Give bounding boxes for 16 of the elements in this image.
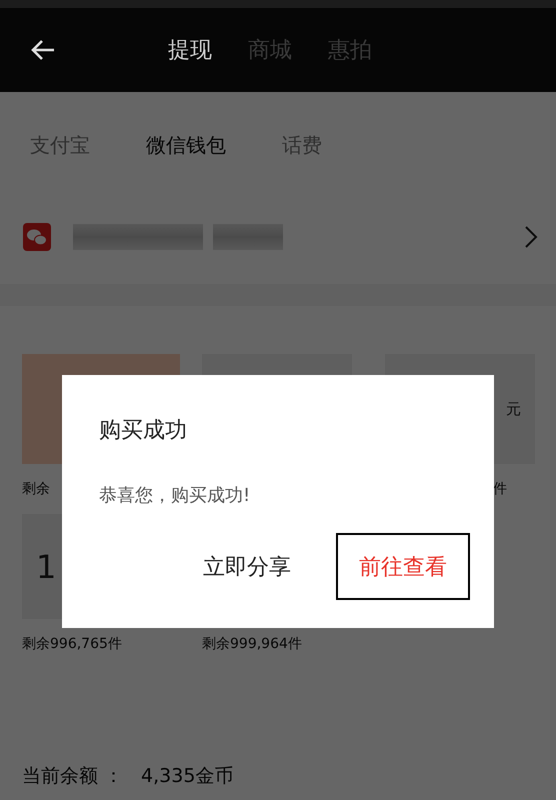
stock-text: 剩余 [22, 480, 50, 498]
back-arrow-icon[interactable] [30, 39, 56, 61]
chat-bubbles-icon [23, 223, 51, 251]
header-tab[interactable]: 提现 [168, 35, 212, 65]
balance-label: 当前余额 ： [22, 764, 124, 789]
stock-text: 剩余999,964件 [202, 635, 302, 653]
balance-value: 4,335金币 [141, 764, 234, 789]
price-text: 元 [506, 400, 521, 418]
stock-text: 件 [493, 480, 507, 498]
dialog-message: 恭喜您，购买成功! [99, 484, 252, 507]
dialog-button[interactable]: 前往查看 [336, 533, 470, 600]
stock-text: 剩余996,765件 [22, 635, 122, 653]
price-text: 1 [36, 548, 56, 586]
chevron-right-icon [524, 225, 538, 249]
dialog-title: 购买成功 [99, 417, 188, 445]
payment-tab[interactable]: 微信钱包 [146, 132, 226, 159]
